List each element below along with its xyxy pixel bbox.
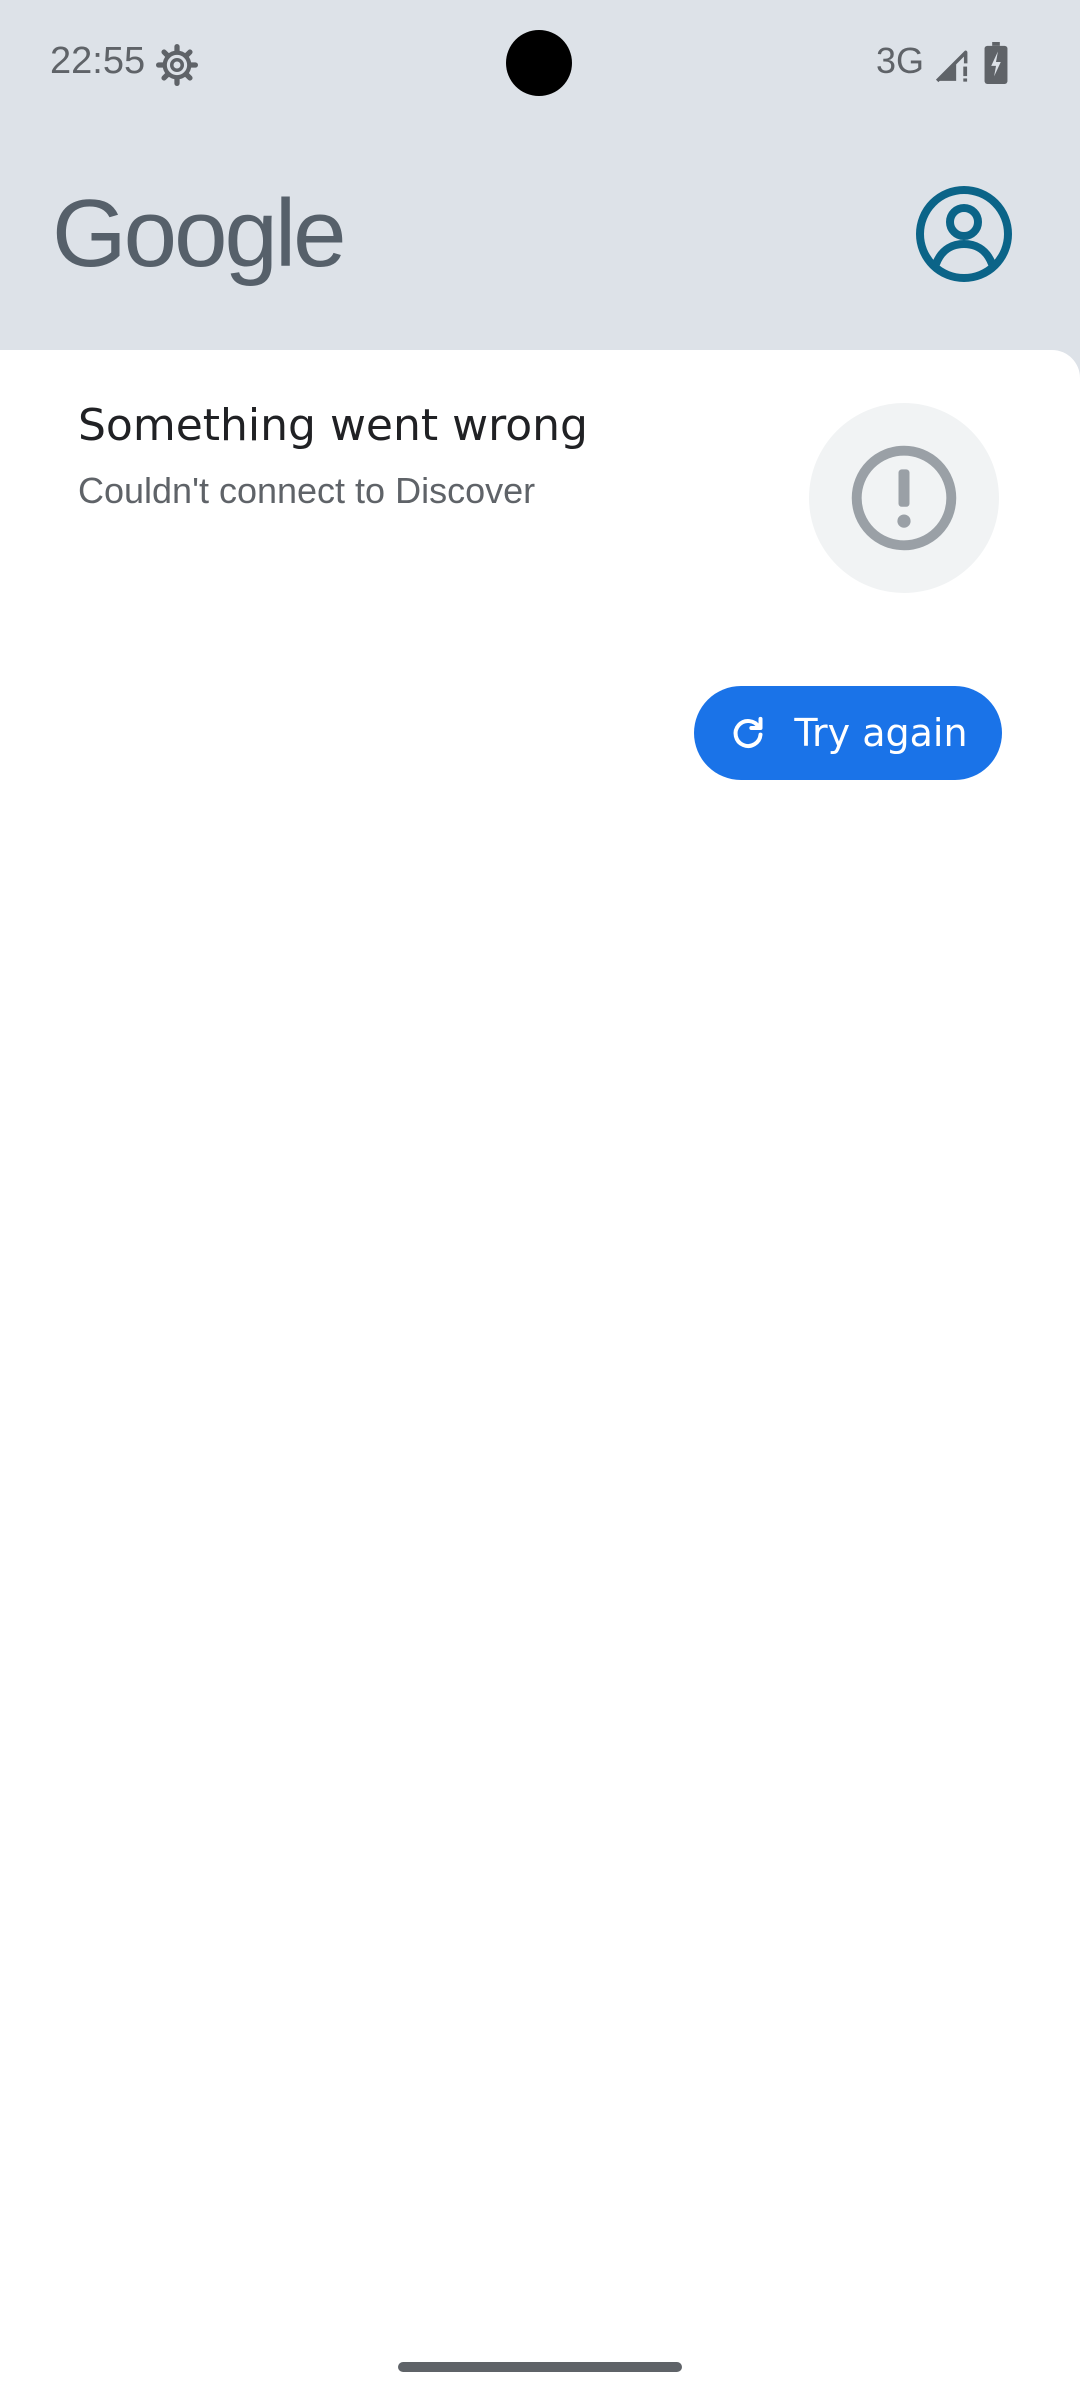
try-again-button[interactable]: Try again xyxy=(694,686,1002,780)
google-logo-text: Google xyxy=(52,180,347,287)
battery-charging-icon xyxy=(984,42,1008,84)
network-type-label: 3G xyxy=(876,40,925,81)
refresh-icon xyxy=(734,716,763,748)
account-circle-icon xyxy=(916,186,1012,282)
signal-icon xyxy=(935,50,968,83)
illustration-background xyxy=(809,403,999,593)
error-subtitle: Couldn't connect to Discover xyxy=(78,470,536,511)
camera-cutout xyxy=(506,30,572,96)
try-again-label: Try again xyxy=(794,711,968,755)
alert-circle-icon xyxy=(851,445,957,551)
error-title: Something went wrong xyxy=(78,400,588,451)
settings-gear-icon xyxy=(156,44,198,86)
status-bar: 22:55 3G xyxy=(0,0,1080,128)
error-illustration xyxy=(806,402,1002,594)
feed-area xyxy=(0,876,1080,2336)
status-time: 22:55 xyxy=(50,40,146,82)
google-logo[interactable]: Google xyxy=(52,172,347,296)
account-button[interactable] xyxy=(880,160,1048,308)
gesture-handle[interactable] xyxy=(398,2362,682,2372)
